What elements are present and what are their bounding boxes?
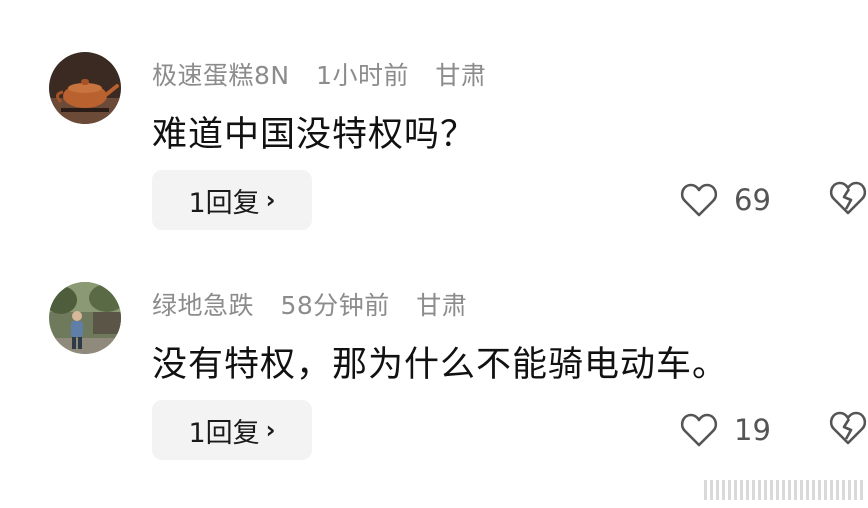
watermark-pattern-icon xyxy=(704,480,863,500)
like-count: 19 xyxy=(734,413,771,447)
like-button[interactable]: 19 xyxy=(680,410,771,450)
reply-count-label: 1回复 xyxy=(188,187,260,219)
heart-outline-icon xyxy=(680,413,718,447)
username[interactable]: 极速蛋糕8N xyxy=(152,61,290,90)
chevron-right-icon: › xyxy=(265,416,276,444)
dislike-button[interactable] xyxy=(828,410,868,450)
comment-meta: 极速蛋糕8N 1小时前 甘肃 xyxy=(152,56,504,92)
timestamp: 58分钟前 xyxy=(280,291,390,320)
location: 甘肃 xyxy=(435,61,487,90)
comment-text: 没有特权，那为什么不能骑电动车。 xyxy=(152,345,729,385)
broken-heart-icon xyxy=(829,411,867,445)
reply-count-label: 1回复 xyxy=(188,417,260,449)
view-replies-button[interactable]: 1回复 › xyxy=(152,170,312,230)
timestamp: 1小时前 xyxy=(316,61,409,90)
watermark xyxy=(700,474,868,504)
chevron-right-icon: › xyxy=(265,186,276,214)
location: 甘肃 xyxy=(416,291,468,320)
heart-outline-icon xyxy=(680,183,718,217)
broken-heart-icon xyxy=(829,181,867,215)
avatar[interactable] xyxy=(49,282,121,354)
dislike-button[interactable] xyxy=(828,180,868,220)
comment-text: 难道中国没特权吗？ xyxy=(152,115,477,155)
username[interactable]: 绿地急跌 xyxy=(152,291,254,320)
like-count: 69 xyxy=(734,183,771,217)
comment-meta: 绿地急跌 58分钟前 甘肃 xyxy=(152,286,485,322)
comment-item: 绿地急跌 58分钟前 甘肃 没有特权，那为什么不能骑电动车。 1回复 › 19 xyxy=(0,230,868,460)
person-outdoor-avatar-icon xyxy=(49,282,121,354)
comment-item: 极速蛋糕8N 1小时前 甘肃 难道中国没特权吗？ 1回复 › 69 xyxy=(0,0,868,230)
teapot-avatar-icon xyxy=(49,52,121,124)
view-replies-button[interactable]: 1回复 › xyxy=(152,400,312,460)
avatar[interactable] xyxy=(49,52,121,124)
like-button[interactable]: 69 xyxy=(680,180,771,220)
